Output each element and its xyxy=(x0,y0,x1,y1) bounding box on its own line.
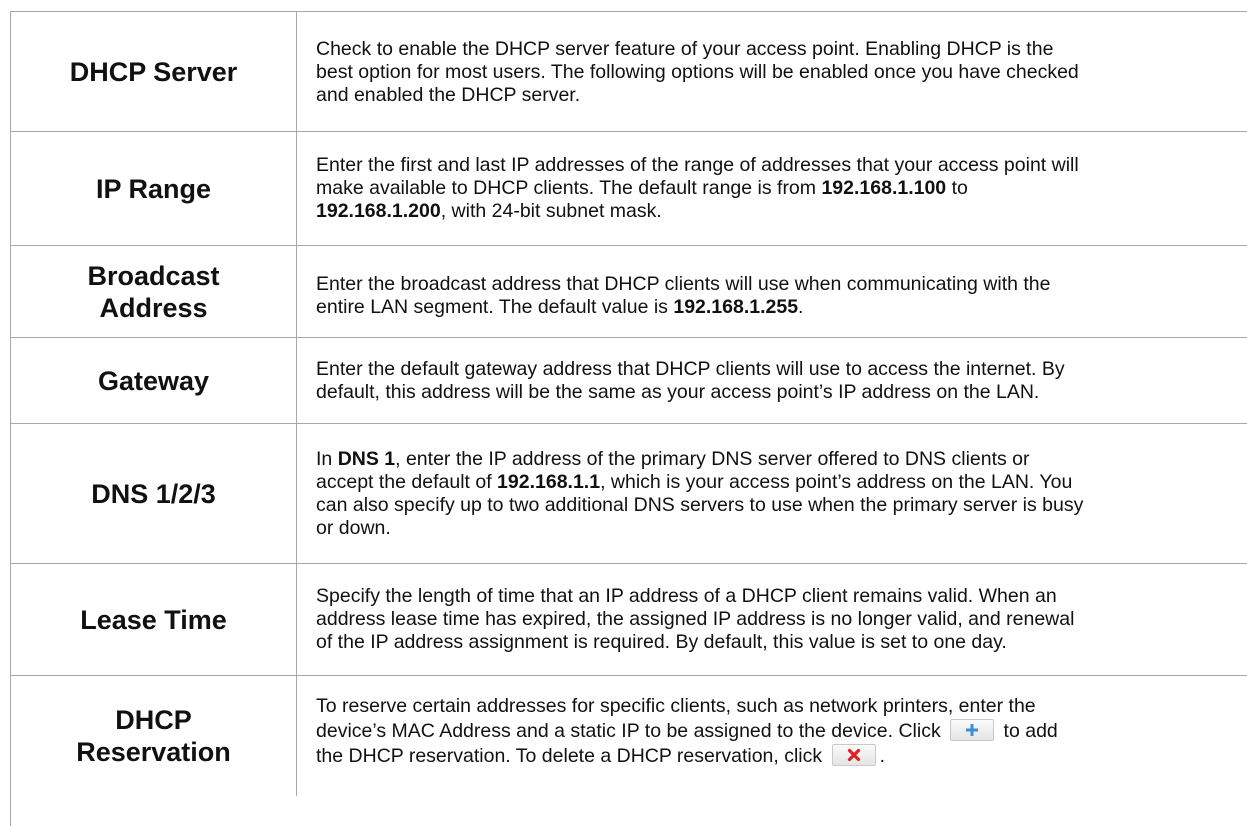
desc-text: make available to DHCP clients. The defa… xyxy=(316,177,822,199)
desc-text: or down. xyxy=(316,516,391,539)
desc-dns: In DNS 1, enter the IP address of the pr… xyxy=(297,424,1247,563)
desc-text: address lease time has expired, the assi… xyxy=(316,608,1075,630)
row-ip-range: IP Range Enter the first and last IP add… xyxy=(11,132,1247,246)
dhcp-help-table: DHCP Server Check to enable the DHCP ser… xyxy=(10,11,1247,826)
desc-text: To reserve certain addresses for specifi… xyxy=(316,695,1036,717)
term-line: Broadcast xyxy=(87,260,220,291)
desc-text: of the IP address assignment is required… xyxy=(316,631,1007,653)
default-broadcast: 192.168.1.255 xyxy=(673,295,799,318)
default-range-end: 192.168.1.200 xyxy=(316,200,441,222)
row-broadcast-address: Broadcast Address Enter the broadcast add… xyxy=(11,246,1247,338)
desc-text: , enter the IP address of the primary DN… xyxy=(395,447,1030,470)
term-dhcp-reservation: DHCP Reservation xyxy=(11,676,297,796)
desc-text: In xyxy=(316,447,338,470)
row-gateway: Gateway Enter the default gateway addres… xyxy=(11,338,1247,424)
desc-text: device’s MAC Address and a static IP to … xyxy=(316,720,947,742)
x-icon xyxy=(847,748,860,761)
row-dhcp-reservation: DHCP Reservation To reserve certain addre… xyxy=(11,676,1247,826)
desc-dhcp-reservation: To reserve certain addresses for specifi… xyxy=(297,676,1247,769)
desc-text: accept the default of xyxy=(316,470,498,493)
desc-text: Enter the first and last IP addresses of… xyxy=(316,154,1079,176)
term-dhcp-server: DHCP Server xyxy=(11,12,297,131)
row-dhcp-server: DHCP Server Check to enable the DHCP ser… xyxy=(11,12,1247,132)
desc-text: . xyxy=(798,295,804,318)
term-line: Address xyxy=(99,292,208,323)
row-lease-time: Lease Time Specify the length of time th… xyxy=(11,564,1247,676)
term-gateway: Gateway xyxy=(11,338,297,423)
desc-text: best option for most users. The followin… xyxy=(316,61,1079,83)
term-line: DHCP xyxy=(115,705,192,735)
desc-broadcast-address: Enter the broadcast address that DHCP cl… xyxy=(297,246,1247,337)
desc-gateway: Enter the default gateway address that D… xyxy=(297,338,1247,423)
desc-text: Check to enable the DHCP server feature … xyxy=(316,38,1054,60)
row-dns: DNS 1/2/3 In DNS 1, enter the IP address… xyxy=(11,424,1247,564)
term-ip-range: IP Range xyxy=(11,132,297,245)
delete-reservation-button[interactable] xyxy=(831,743,876,766)
term-dns: DNS 1/2/3 xyxy=(11,424,297,563)
desc-text: default, this address will be the same a… xyxy=(316,380,1040,403)
add-reservation-button[interactable] xyxy=(950,718,995,741)
desc-text: the DHCP reservation. To delete a DHCP r… xyxy=(316,745,828,767)
desc-text: Specify the length of time that an IP ad… xyxy=(316,585,1057,607)
desc-text: entire LAN segment. The default value is xyxy=(316,295,674,318)
desc-text: Enter the default gateway address that D… xyxy=(316,357,1065,380)
desc-text: can also specify up to two additional DN… xyxy=(316,493,1084,516)
desc-text: . xyxy=(879,745,885,767)
desc-ip-range: Enter the first and last IP addresses of… xyxy=(297,132,1247,245)
desc-text: to add xyxy=(998,720,1058,742)
desc-text: to xyxy=(946,177,968,199)
dns1-label: DNS 1 xyxy=(337,447,396,470)
default-dns: 192.168.1.1 xyxy=(497,470,601,493)
plus-icon xyxy=(966,723,979,736)
desc-text: , which is your access point’s address o… xyxy=(600,470,1073,493)
desc-text: Enter the broadcast address that DHCP cl… xyxy=(316,272,1051,295)
desc-lease-time: Specify the length of time that an IP ad… xyxy=(297,564,1247,675)
desc-text: and enabled the DHCP server. xyxy=(316,84,581,106)
term-broadcast-address: Broadcast Address xyxy=(11,246,297,337)
term-lease-time: Lease Time xyxy=(11,564,297,675)
default-range-start: 192.168.1.100 xyxy=(821,177,947,199)
desc-text: , with 24-bit subnet mask. xyxy=(440,200,662,222)
term-line: Reservation xyxy=(76,737,231,767)
desc-dhcp-server: Check to enable the DHCP server feature … xyxy=(297,12,1247,131)
